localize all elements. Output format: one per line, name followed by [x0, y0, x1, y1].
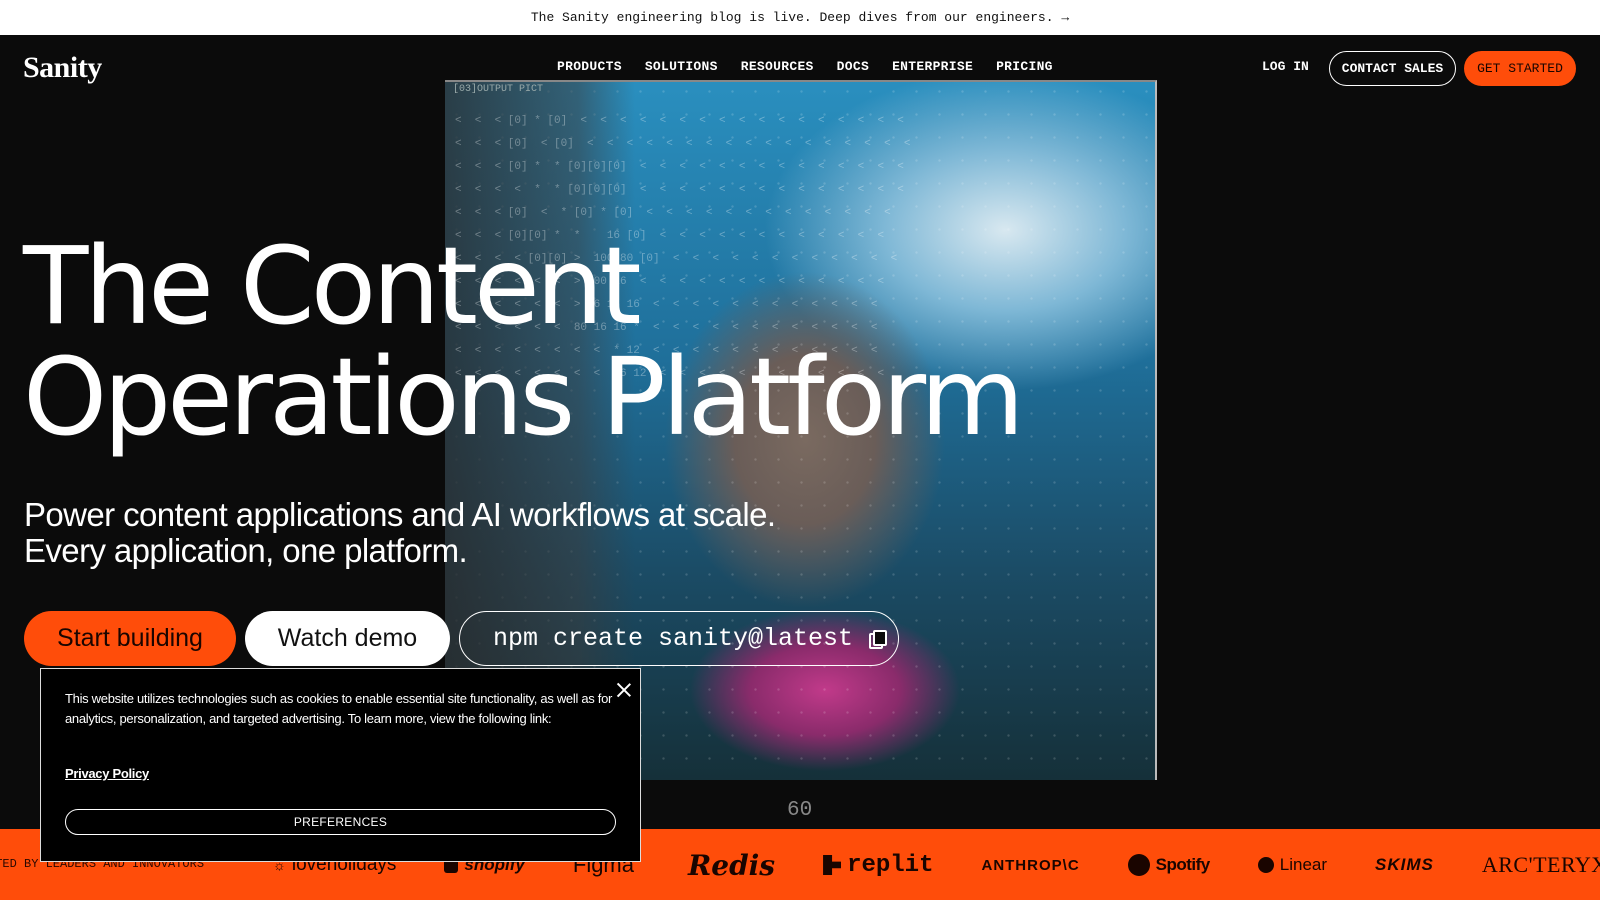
- nav-docs[interactable]: DOCS: [837, 59, 869, 74]
- nav-pricing[interactable]: PRICING: [996, 59, 1053, 74]
- start-building-button[interactable]: Start building: [24, 611, 236, 666]
- announcement-banner[interactable]: The Sanity engineering blog is live. Dee…: [0, 0, 1600, 35]
- nav-resources[interactable]: RESOURCES: [741, 59, 814, 74]
- nav-solutions[interactable]: SOLUTIONS: [645, 59, 718, 74]
- main-menu: PRODUCTS SOLUTIONS RESOURCES DOCS ENTERP…: [557, 59, 1053, 74]
- top-navigation: Sanity PRODUCTS SOLUTIONS RESOURCES DOCS…: [0, 35, 1600, 101]
- hero-subtitle-line-2: Every application, one platform.: [24, 532, 468, 569]
- hero-subtitle: Power content applications and AI workfl…: [24, 496, 776, 569]
- npm-command-text: npm create sanity@latest: [493, 624, 854, 653]
- linear-icon: [1257, 857, 1274, 873]
- replit-icon: [823, 855, 842, 875]
- logo-arcteryx: ARC'TERYX: [1481, 852, 1600, 877]
- nav-products[interactable]: PRODUCTS: [557, 59, 622, 74]
- get-started-button[interactable]: GET STARTED: [1464, 51, 1576, 86]
- cookie-consent-dialog: This website utilizes technologies such …: [40, 668, 641, 862]
- logo-replit: replit: [823, 852, 933, 879]
- logo-skims: SKIMS: [1375, 855, 1434, 874]
- logo-linear: Linear: [1257, 855, 1327, 875]
- logo-spotify: Spotify: [1127, 854, 1210, 876]
- hero-title-line-1: The Content: [23, 225, 642, 349]
- cookie-message: This website utilizes technologies such …: [65, 691, 613, 726]
- copy-icon[interactable]: [869, 630, 888, 649]
- hero-title-line-2: Operations Platform: [23, 336, 1025, 460]
- sanity-logo[interactable]: Sanity: [23, 51, 102, 85]
- nav-enterprise[interactable]: ENTERPRISE: [892, 59, 973, 74]
- frame-number: 60: [787, 799, 813, 822]
- privacy-policy-link[interactable]: Privacy Policy: [65, 766, 149, 781]
- close-icon[interactable]: [615, 681, 633, 699]
- watch-demo-button[interactable]: Watch demo: [245, 611, 450, 666]
- logo-redis: Redis: [688, 848, 776, 882]
- contact-sales-button[interactable]: CONTACT SALES: [1329, 51, 1456, 86]
- spotify-icon: [1127, 854, 1150, 876]
- logo-anthropic: ANTHROP\C: [981, 856, 1080, 874]
- hero-title: The Content Operations Platform: [23, 225, 1025, 460]
- login-link[interactable]: LOG IN: [1262, 59, 1309, 74]
- announcement-text[interactable]: The Sanity engineering blog is live. Dee…: [531, 10, 1069, 25]
- preferences-button[interactable]: PREFERENCES: [65, 809, 616, 835]
- hero-subtitle-line-1: Power content applications and AI workfl…: [24, 496, 776, 533]
- npm-command-copy[interactable]: npm create sanity@latest: [459, 611, 899, 666]
